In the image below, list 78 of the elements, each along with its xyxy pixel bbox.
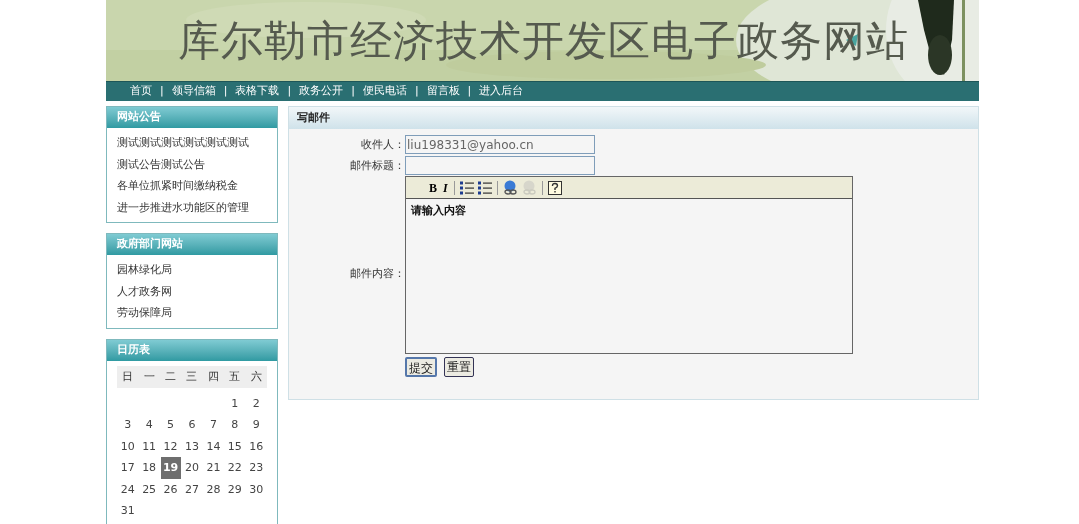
- calendar-day[interactable]: 5: [160, 414, 181, 436]
- calendar-day[interactable]: 10: [117, 435, 138, 457]
- calendar-day[interactable]: 27: [182, 478, 202, 500]
- content-label: 邮件内容：: [350, 266, 405, 283]
- sidebar-link[interactable]: 园林绿化局: [117, 259, 267, 281]
- calendar-day[interactable]: 28: [203, 478, 224, 500]
- form-button[interactable]: 提交: [405, 357, 437, 377]
- sidebar-link[interactable]: 进一步推进水功能区的管理: [117, 196, 267, 218]
- calendar-day[interactable]: 17: [117, 457, 138, 479]
- calendar-day[interactable]: 20: [182, 457, 202, 479]
- calendar-day[interactable]: 18: [139, 457, 160, 479]
- panel-title: 政府部门网站: [117, 236, 183, 253]
- calendar-day[interactable]: 29: [224, 478, 245, 500]
- nav-separator: |: [466, 83, 473, 100]
- calendar-day[interactable]: 22: [224, 457, 245, 479]
- calendar-day[interactable]: 23: [246, 457, 267, 479]
- sidebar-link[interactable]: 劳动保障局: [117, 302, 267, 324]
- italic-button[interactable]: I: [440, 178, 451, 197]
- calendar-day[interactable]: 13: [182, 435, 202, 457]
- calendar-day[interactable]: 14: [203, 435, 224, 457]
- calendar-day[interactable]: 7: [203, 414, 224, 436]
- nav-separator: |: [350, 83, 356, 100]
- weekday-label: 四: [206, 368, 220, 385]
- calendar-day[interactable]: 25: [139, 478, 160, 500]
- nav-separator: |: [413, 83, 420, 100]
- recipient-label: 收件人：: [360, 137, 405, 153]
- nav-separator: |: [222, 83, 229, 100]
- globe-link-icon[interactable]: [502, 180, 518, 195]
- calendar-day[interactable]: 19: [160, 457, 181, 479]
- calendar-day[interactable]: 8: [224, 414, 245, 436]
- nav-separator: |: [159, 83, 165, 100]
- calendar-day[interactable]: 31: [117, 500, 138, 522]
- nav-link[interactable]: 领导信箱: [171, 83, 216, 100]
- nav-link[interactable]: 便民电话: [362, 83, 407, 100]
- sidebar-link[interactable]: 人才政务网: [117, 280, 267, 302]
- nav-link[interactable]: 表格下载: [235, 83, 280, 100]
- numbered-list-icon[interactable]: [459, 180, 474, 195]
- nav-link[interactable]: 进入后台: [479, 83, 524, 100]
- calendar-day[interactable]: 24: [117, 478, 138, 500]
- editor-content: 请输入内容: [411, 204, 466, 217]
- bullet-list-icon[interactable]: [477, 180, 492, 195]
- calendar-day[interactable]: 30: [246, 478, 267, 500]
- recipient-field[interactable]: liu198331@yahoo.cn: [405, 135, 595, 154]
- bold-button[interactable]: B: [426, 178, 440, 197]
- form-button[interactable]: 重置: [444, 357, 474, 377]
- weekday-label: 三: [185, 368, 199, 385]
- calendar-day[interactable]: 6: [182, 414, 202, 436]
- calendar-day[interactable]: 16: [246, 435, 267, 457]
- panel-title: 日历表: [117, 341, 150, 358]
- nav-link[interactable]: 首页: [130, 83, 152, 100]
- calendar-day[interactable]: 2: [246, 392, 267, 414]
- help-icon[interactable]: [547, 180, 562, 195]
- nav-link[interactable]: 政务公开: [299, 83, 344, 100]
- sidebar-link[interactable]: 测试测试测试测试测试测试: [117, 132, 267, 154]
- subject-label: 邮件标题：: [349, 158, 405, 174]
- calendar-day[interactable]: 12: [160, 435, 181, 457]
- weekday-label: 日: [121, 368, 135, 385]
- calendar-day[interactable]: 26: [160, 478, 181, 500]
- calendar-day[interactable]: 9: [246, 414, 267, 436]
- weekday-label: 二: [164, 368, 178, 385]
- sidebar-link[interactable]: 各单位抓紧时间缴纳税金: [117, 175, 267, 197]
- calendar-day[interactable]: 3: [117, 414, 138, 436]
- nav-link[interactable]: 留言板: [426, 83, 460, 100]
- calendar-day[interactable]: 11: [139, 435, 160, 457]
- nav-separator: |: [286, 83, 293, 100]
- calendar-day[interactable]: 1: [224, 392, 245, 414]
- weekday-label: 一: [142, 368, 156, 385]
- weekday-label: 六: [249, 368, 263, 385]
- sidebar-link[interactable]: 测试公告测试公告: [117, 153, 267, 175]
- rich-text-editor[interactable]: B I 请输入内容: [405, 176, 853, 354]
- weekday-label: 五: [228, 368, 242, 385]
- calendar-day[interactable]: 15: [224, 435, 245, 457]
- panel-title: 网站公告: [117, 109, 161, 126]
- panel-title: 写邮件: [297, 109, 330, 126]
- site-title: 库尔勒市经济技术开发区电子政务网站: [178, 19, 909, 62]
- calendar-day[interactable]: 4: [139, 414, 160, 436]
- calendar-day[interactable]: 21: [203, 457, 224, 479]
- subject-field[interactable]: [405, 156, 595, 175]
